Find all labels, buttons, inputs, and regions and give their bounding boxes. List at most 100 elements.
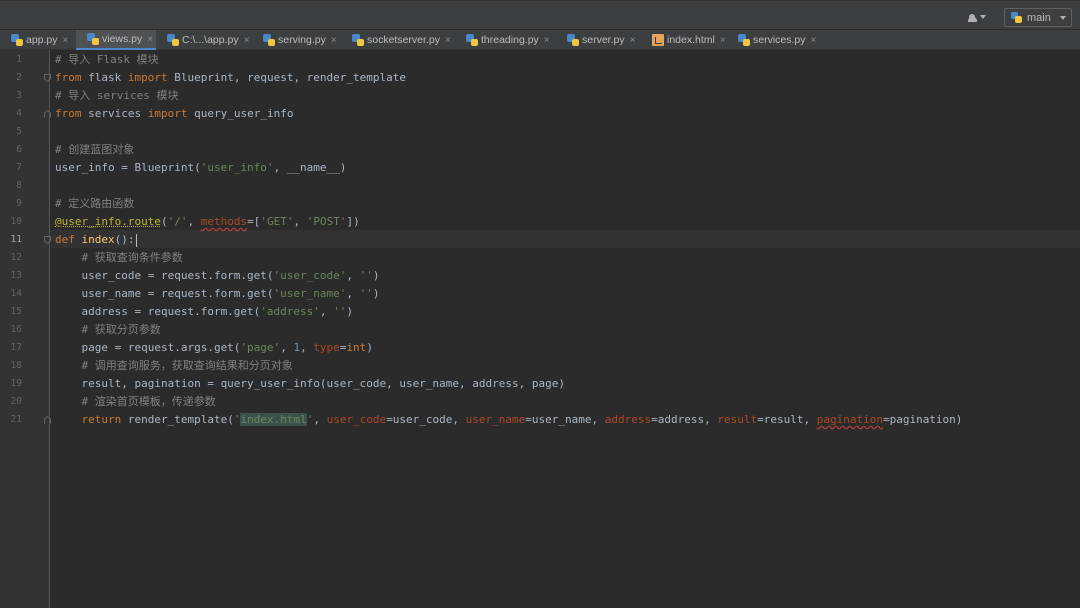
code-token: user_name [465, 413, 526, 426]
code-token: page = request.args.get( [55, 341, 241, 354]
code-line[interactable]: address = request.form.get('address', ''… [55, 303, 353, 321]
code-token: address = request.form.get( [55, 305, 261, 318]
line-number: 13 [10, 270, 22, 281]
code-line[interactable]: user_info = Blueprint('user_info', __nam… [55, 159, 346, 177]
code-token: ) [366, 341, 373, 354]
code-token: ( [160, 215, 168, 228]
line-number: 18 [10, 360, 22, 371]
close-tab-icon[interactable]: × [244, 35, 250, 46]
code-token: flask [81, 71, 128, 84]
fold-end-icon[interactable] [44, 416, 51, 424]
editor-tab[interactable]: views.py × [76, 30, 156, 50]
code-line[interactable]: # 导入 Flask 模块 [55, 51, 159, 69]
close-tab-icon[interactable]: × [147, 34, 153, 45]
close-tab-icon[interactable]: × [811, 35, 817, 46]
code-token: (): [114, 233, 135, 246]
editor-tab[interactable]: threading.py × [455, 30, 556, 50]
code-token: # 导入 services 模块 [55, 89, 179, 102]
code-token: index.html [240, 413, 307, 426]
editor-tab-label: services.py [753, 34, 806, 46]
close-tab-icon[interactable]: × [331, 35, 337, 46]
editor-tab[interactable]: server.py × [556, 30, 641, 50]
code-line[interactable]: from flask import Blueprint, request, re… [55, 69, 406, 87]
code-token: , [187, 215, 201, 228]
close-tab-icon[interactable]: × [630, 35, 636, 46]
code-line[interactable]: return render_template('index.html', use… [55, 411, 962, 429]
code-token: methods [200, 215, 248, 228]
run-configuration-label: main [1027, 11, 1051, 24]
close-tab-icon[interactable]: × [720, 35, 726, 46]
code-token: , [346, 287, 360, 300]
code-line[interactable]: user_code = request.form.get('user_code'… [55, 267, 379, 285]
code-token: user_code [326, 413, 387, 426]
line-number-gutter[interactable]: 1 2 3 4 5 6 7 8 9 10 11 12 13 14 15 16 17 18 19 20 21 [0, 50, 51, 608]
code-token: =[ [247, 215, 261, 228]
close-tab-icon[interactable]: × [63, 35, 69, 46]
fold-end-icon[interactable] [44, 110, 51, 118]
python-file-icon [567, 34, 579, 46]
close-tab-icon[interactable]: × [445, 35, 451, 46]
user-icon[interactable] [967, 10, 991, 24]
code-token: pagination [816, 413, 883, 426]
code-token: type [313, 341, 340, 354]
code-token: result [717, 413, 758, 426]
python-file-icon [87, 33, 99, 45]
code-line[interactable]: # 导入 services 模块 [55, 87, 178, 105]
code-token: =address, [651, 413, 718, 426]
code-token: index [81, 233, 115, 246]
code-line[interactable]: # 获取分页参数 [55, 321, 161, 339]
run-configuration-selector[interactable]: main [1004, 8, 1072, 27]
editor-tab-label: server.py [582, 34, 625, 46]
editor-tab[interactable]: services.py × [727, 30, 822, 50]
text-cursor [135, 233, 137, 247]
code-line[interactable]: page = request.args.get('page', 1, type=… [55, 339, 373, 357]
line-number: 10 [10, 216, 22, 227]
code-token: '/' [167, 215, 188, 228]
code-token: ) [372, 287, 380, 300]
code-token: 'user_info' [200, 161, 274, 174]
code-token: user_name = request.form.get( [55, 287, 274, 300]
code-line[interactable]: # 调用查询服务，获取查询结果和分页对象 [55, 357, 293, 375]
editor-tab[interactable]: socketserver.py × [341, 30, 455, 50]
code-line[interactable]: # 获取查询条件参数 [55, 249, 183, 267]
line-number: 8 [16, 180, 22, 191]
editor-tab-label: threading.py [481, 34, 539, 46]
editor-tab[interactable]: serving.py × [252, 30, 341, 50]
code-token: # 获取查询条件参数 [81, 251, 183, 264]
code-token: Blueprint, request, render_template [167, 71, 407, 84]
code-token: =user_code, [386, 413, 466, 426]
code-token: # 渲染首页模板，传递参数 [81, 395, 216, 408]
code-line[interactable]: @user_info.route('/', methods=['GET', 'P… [55, 213, 360, 231]
chevron-down-icon [1059, 15, 1066, 20]
code-token: result, pagination = query_user_info(use… [55, 377, 565, 390]
line-number: 12 [10, 252, 22, 263]
editor-tab-label: views.py [102, 33, 143, 45]
fold-toggle-icon[interactable] [44, 236, 51, 244]
code-token: 'GET' [260, 215, 294, 228]
editor-tab[interactable]: index.html × [641, 30, 727, 50]
code-token: query_user_info [187, 107, 294, 120]
code-line[interactable]: user_name = request.form.get('user_name'… [55, 285, 380, 303]
fold-toggle-icon[interactable] [44, 74, 51, 82]
code-line[interactable]: def index(): [55, 231, 137, 249]
editor-tab-bar: app.py × views.py × C:\...\app.py × serving.py… [0, 30, 1080, 50]
line-number: 1 [16, 54, 22, 65]
code-token: # 导入 Flask 模块 [55, 53, 159, 66]
code-line[interactable]: # 渲染首页模板，传递参数 [55, 393, 216, 411]
code-line[interactable]: result, pagination = query_user_info(use… [55, 375, 565, 393]
code-line[interactable]: # 定义路由函数 [55, 195, 134, 213]
code-token: return [81, 413, 122, 426]
editor-tab[interactable]: app.py × [0, 30, 76, 50]
editor-tab-label: serving.py [278, 34, 326, 46]
code-token: # 定义路由函数 [55, 197, 135, 210]
code-token: 'user_code' [273, 269, 347, 282]
code-token: , [319, 305, 334, 318]
code-line[interactable]: # 创建蓝图对象 [55, 141, 134, 159]
code-line[interactable]: from services import query_user_info [55, 105, 293, 123]
editor-tab[interactable]: C:\...\app.py × [156, 30, 252, 50]
close-tab-icon[interactable]: × [544, 35, 550, 46]
code-editor[interactable]: # 导入 Flask 模块 from flask import Blueprint… [51, 50, 1080, 608]
